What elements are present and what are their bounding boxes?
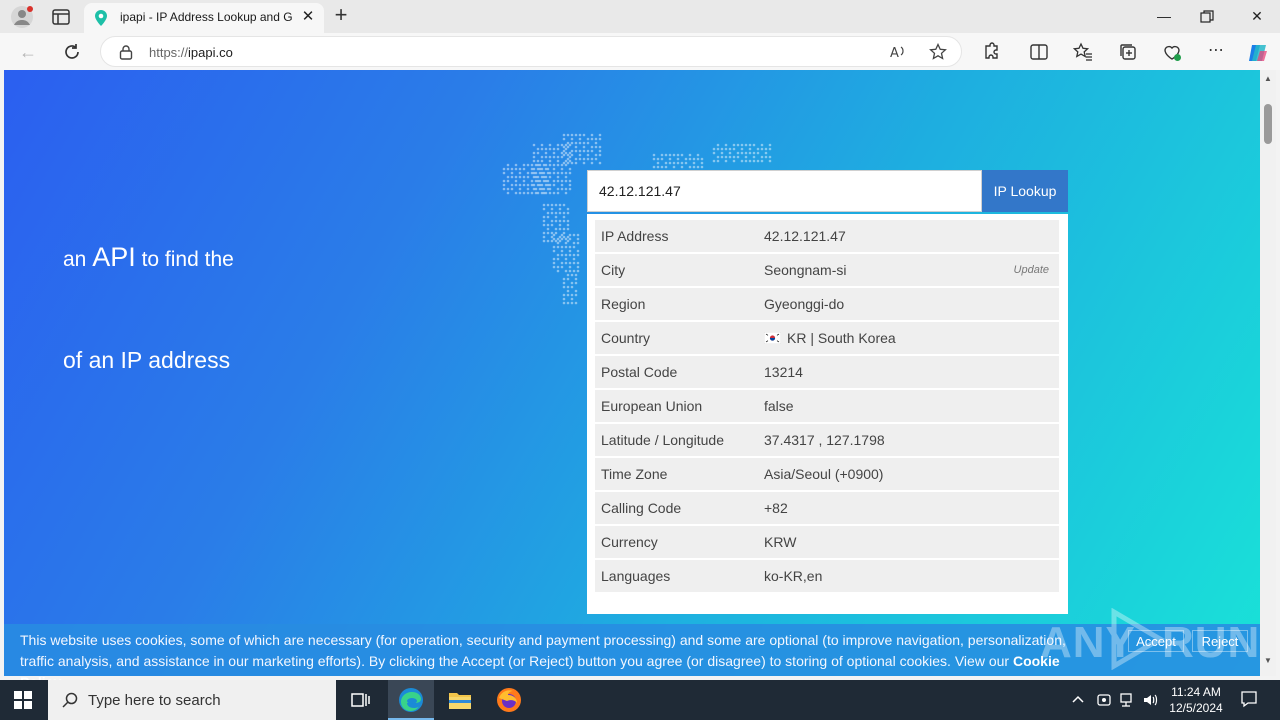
ip-results-table: IP Address 42.12.121.47 City Seongnam-si Upd…	[595, 220, 1059, 594]
meet-now-icon[interactable]	[1096, 692, 1112, 708]
edge-browser-icon[interactable]	[397, 686, 425, 714]
result-value: false	[764, 398, 794, 414]
browser-tab-active[interactable]: ipapi - IP Address Lookup and Ge ✕	[84, 3, 324, 33]
anyrun-watermark-logo: ANY RUN	[1040, 608, 1259, 670]
collections-icon[interactable]	[1118, 42, 1138, 62]
restore-icon[interactable]	[1200, 10, 1214, 24]
favorites-icon[interactable]	[1073, 42, 1093, 62]
window-close-icon[interactable]: ✕	[1246, 6, 1268, 26]
result-label: European Union	[601, 398, 703, 414]
tab-close-icon[interactable]: ✕	[300, 9, 316, 25]
result-value: Asia/Seoul (+0900)	[764, 466, 884, 482]
tray-chevron-up-icon[interactable]	[1070, 692, 1086, 708]
lock-icon[interactable]	[119, 44, 133, 60]
page-scrollbar[interactable]: ▲ ▼	[1260, 70, 1276, 676]
tab-title: ipapi - IP Address Lookup and Ge	[120, 10, 292, 24]
ip-search-input[interactable]	[587, 170, 982, 212]
result-label: Languages	[601, 568, 671, 584]
split-screen-icon[interactable]	[1029, 42, 1049, 62]
hero-tagline-line1: an API to find the	[63, 242, 234, 272]
clock-time: 11:24 AM	[1171, 685, 1221, 699]
notifications-icon[interactable]	[1240, 690, 1258, 708]
result-label: City	[601, 262, 626, 278]
result-row: Currency KRW	[595, 526, 1059, 558]
result-label: Latitude / Longitude	[601, 432, 724, 448]
browser-essentials-icon[interactable]	[1162, 42, 1182, 62]
refresh-icon[interactable]	[61, 41, 83, 63]
extensions-icon[interactable]	[981, 42, 1001, 62]
favorite-star-icon[interactable]	[929, 43, 947, 61]
firefox-icon[interactable]	[495, 686, 523, 714]
result-row: Latitude / Longitude 37.4317 , 127.1798	[595, 424, 1059, 456]
back-arrow-icon[interactable]: ←	[17, 41, 39, 63]
result-label: Currency	[601, 534, 658, 550]
scroll-down-arrow-icon[interactable]: ▼	[1263, 656, 1273, 665]
volume-icon[interactable]	[1142, 692, 1158, 708]
result-label: Country	[601, 330, 651, 346]
result-label: Postal Code	[601, 364, 678, 380]
taskbar-search-placeholder: Type here to search	[88, 692, 221, 709]
svg-text:A: A	[890, 46, 899, 61]
ip-search-form: IP Lookup	[587, 170, 1068, 212]
profile-icon[interactable]	[10, 5, 34, 29]
result-row: European Union false	[595, 390, 1059, 422]
result-value: 42.12.121.47	[764, 228, 846, 244]
minimize-icon[interactable]: —	[1153, 6, 1175, 26]
page-viewport: an API to find the of an IP address IP L…	[4, 70, 1260, 676]
result-label: Calling Code	[601, 500, 682, 516]
result-label: IP Address	[601, 228, 669, 244]
copilot-icon[interactable]	[1246, 41, 1270, 65]
task-view-icon[interactable]	[346, 686, 374, 714]
result-row: Postal Code 13214	[595, 356, 1059, 388]
network-icon[interactable]	[1119, 692, 1135, 708]
more-options-icon[interactable]: ⋯	[1206, 42, 1226, 62]
result-row: Country KR | South Korea	[595, 322, 1059, 354]
hero-api-word: API	[92, 242, 136, 272]
read-aloud-icon[interactable]: A	[889, 43, 907, 61]
search-icon	[62, 692, 78, 708]
result-row: Region Gyeonggi-do	[595, 288, 1059, 320]
result-value: Seongnam-si	[764, 262, 847, 278]
hero-tagline-line2: of an IP address	[63, 347, 231, 373]
result-value: KRW	[764, 534, 797, 550]
tab-actions-icon[interactable]	[50, 6, 72, 28]
result-value: 13214	[764, 364, 803, 380]
url-text[interactable]: https://ipapi.co	[149, 45, 233, 60]
ip-lookup-button[interactable]: IP Lookup	[982, 170, 1068, 212]
browser-toolbar: ← https://ipapi.co A ⋯	[0, 33, 1280, 70]
ipapi-favicon-icon	[95, 10, 107, 26]
clock-date: 12/5/2024	[1169, 701, 1223, 715]
result-value: 37.4317 , 127.1798	[764, 432, 885, 448]
address-bar[interactable]: https://ipapi.co A	[100, 36, 962, 67]
file-explorer-icon[interactable]	[446, 686, 474, 714]
result-row: Languages ko-KR,en	[595, 560, 1059, 592]
kr-flag-icon	[764, 332, 781, 344]
result-value: +82	[764, 500, 788, 516]
windows-taskbar: Type here to search 11:24 AM 12/5/2024	[0, 680, 1280, 720]
result-row: City Seongnam-si Update	[595, 254, 1059, 286]
scroll-up-arrow-icon[interactable]: ▲	[1263, 74, 1273, 83]
result-value: Gyeonggi-do	[764, 296, 845, 312]
windows-start-icon[interactable]	[14, 691, 32, 709]
result-value: KR | South Korea	[764, 330, 896, 346]
result-row: Calling Code +82	[595, 492, 1059, 524]
update-link[interactable]: Update	[1014, 264, 1049, 276]
new-tab-button[interactable]: +	[330, 4, 352, 27]
browser-tab-bar: ipapi - IP Address Lookup and Ge ✕ + — ✕	[0, 0, 1280, 33]
result-row: Time Zone Asia/Seoul (+0900)	[595, 458, 1059, 490]
ip-results-panel: IP Address 42.12.121.47 City Seongnam-si Upd…	[587, 214, 1068, 614]
result-label: Region	[601, 296, 646, 312]
scrollbar-thumb[interactable]	[1264, 104, 1272, 144]
result-label: Time Zone	[601, 466, 668, 482]
taskbar-search-box[interactable]: Type here to search	[48, 680, 336, 720]
result-row: IP Address 42.12.121.47	[595, 220, 1059, 252]
taskbar-clock[interactable]: 11:24 AM 12/5/2024	[1160, 684, 1232, 716]
result-value: ko-KR,en	[764, 568, 823, 584]
